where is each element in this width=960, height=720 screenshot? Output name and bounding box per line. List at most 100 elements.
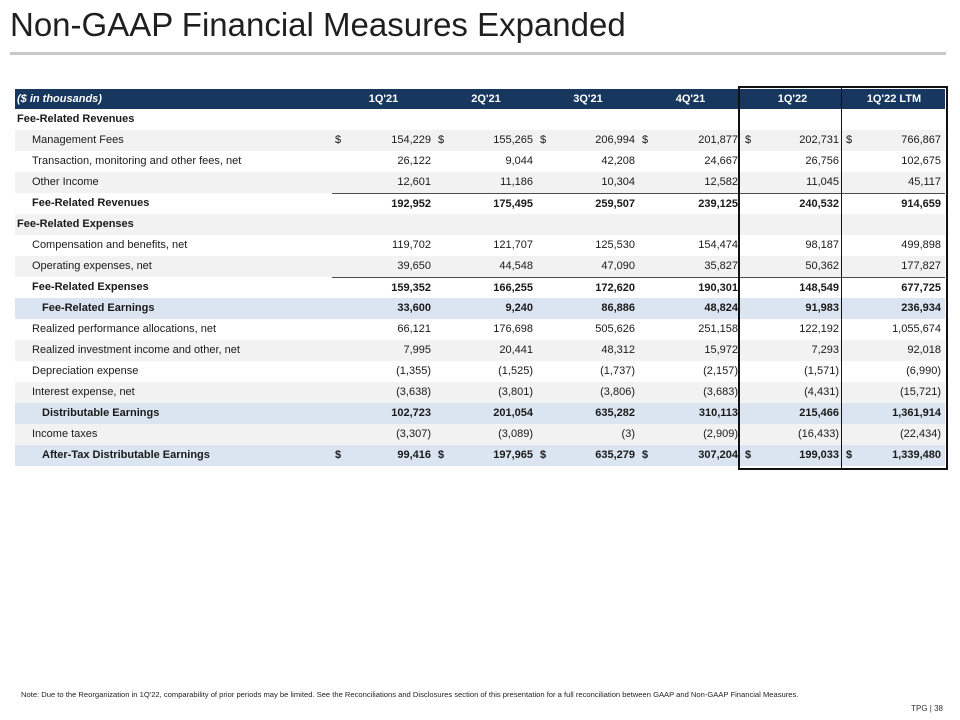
cell-value: 766,867	[901, 134, 941, 146]
currency-symbol: $	[642, 134, 649, 146]
row-label: Fee-Related Earnings	[42, 302, 155, 314]
cell-value: 236,934	[901, 302, 941, 314]
table-row: Distributable Earnings 102,723 201,054 635,…	[15, 403, 945, 424]
currency-symbol: $	[846, 449, 853, 461]
page-title: Non-GAAP Financial Measures Expanded	[10, 6, 626, 43]
cell-value: 39,650	[397, 260, 431, 272]
table-row: Income taxes (3,307) (3,089) (3) (2,909) (16,…	[15, 424, 945, 445]
cell-value: 7,995	[403, 344, 431, 356]
column-header: 1Q'22 LTM	[866, 93, 922, 105]
cell-value: (4,431)	[804, 386, 839, 398]
cell-value: 154,474	[698, 239, 738, 251]
cell-value: 1,339,480	[892, 449, 941, 461]
row-label: Depreciation expense	[32, 365, 139, 377]
cell-value: (3,307)	[396, 428, 431, 440]
title-divider	[10, 52, 946, 55]
cell-value: 102,675	[901, 155, 941, 167]
cell-value: 91,983	[805, 302, 839, 314]
cell-value: 310,113	[698, 407, 738, 419]
row-label: After-Tax Distributable Earnings	[42, 449, 210, 461]
cell-value: 159,352	[391, 282, 431, 294]
cell-value: 499,898	[901, 239, 941, 251]
cell-value: (1,525)	[498, 365, 533, 377]
cell-value: 24,667	[704, 155, 738, 167]
financial-table: ($ in thousands) 1Q'21 2Q'21 3Q'21 4Q'21…	[15, 89, 945, 466]
column-header: 1Q'22	[777, 93, 808, 105]
cell-value: 175,495	[493, 198, 533, 210]
cell-value: 307,204	[698, 449, 738, 461]
cell-value: 45,117	[908, 176, 941, 188]
cell-value: 206,994	[595, 134, 635, 146]
cell-value: (2,909)	[703, 428, 738, 440]
row-label: Distributable Earnings	[42, 407, 160, 419]
table-row: Compensation and benefits, net 119,702 121…	[15, 235, 945, 256]
cell-value: 155,265	[493, 134, 533, 146]
currency-symbol: $	[438, 449, 445, 461]
cell-value: 148,549	[799, 282, 839, 294]
row-label: Transaction, monitoring and other fees, …	[32, 155, 242, 167]
page-footer: TPG | 38	[911, 704, 943, 713]
cell-value: 201,877	[698, 134, 738, 146]
cell-value: (1,571)	[804, 365, 839, 377]
cell-value: (3,806)	[600, 386, 635, 398]
cell-value: 42,208	[601, 155, 635, 167]
row-label: Fee-Related Expenses	[17, 218, 134, 230]
cell-value: 190,301	[698, 282, 738, 294]
cell-value: 201,054	[493, 407, 533, 419]
cell-value: 166,255	[493, 282, 533, 294]
cell-value: 44,548	[499, 260, 533, 272]
table-row: Other Income 12,601 11,186 10,304 12,582 11,0…	[15, 172, 945, 193]
table-row: Fee-Related Revenues	[15, 109, 945, 130]
cell-value: 1,361,914	[892, 407, 941, 419]
row-label: Fee-Related Revenues	[32, 197, 150, 209]
currency-symbol: $	[335, 134, 342, 146]
row-label: Compensation and benefits, net	[32, 239, 188, 251]
cell-value: 240,532	[799, 198, 839, 210]
cell-value: 192,952	[391, 198, 431, 210]
currency-symbol: $	[540, 134, 547, 146]
cell-value: (1,737)	[600, 365, 635, 377]
cell-value: 199,033	[799, 449, 839, 461]
currency-symbol: $	[846, 134, 853, 146]
currency-symbol: $	[642, 449, 649, 461]
cell-value: (3,638)	[396, 386, 431, 398]
table-row: Depreciation expense (1,355) (1,525) (1,737…	[15, 361, 945, 382]
cell-value: 119,702	[392, 239, 431, 251]
table-row: Fee-Related Expenses 159,352 166,255 172,62…	[15, 277, 945, 298]
cell-value: 121,707	[493, 239, 533, 251]
cell-value: (3,683)	[703, 386, 738, 398]
cell-value: 20,441	[499, 344, 533, 356]
cell-value: 26,756	[805, 155, 839, 167]
column-header: 2Q'21	[471, 93, 501, 105]
ltm-highlight-divider	[841, 86, 842, 470]
table-row: Fee-Related Revenues 192,952 175,495 259,50…	[15, 193, 945, 214]
cell-value: 48,312	[601, 344, 635, 356]
cell-value: 197,965	[493, 449, 533, 461]
cell-value: (16,433)	[798, 428, 839, 440]
row-label: Fee-Related Revenues	[17, 113, 135, 125]
cell-value: 7,293	[811, 344, 839, 356]
table-row: Transaction, monitoring and other fees, …	[15, 151, 945, 172]
cell-value: 125,530	[595, 239, 635, 251]
row-label: Fee-Related Expenses	[32, 281, 149, 293]
cell-value: (1,355)	[396, 365, 431, 377]
cell-value: 215,466	[799, 407, 839, 419]
cell-value: 33,600	[397, 302, 431, 314]
cell-value: 48,824	[704, 302, 738, 314]
cell-value: 35,827	[704, 260, 738, 272]
cell-value: 154,229	[391, 134, 431, 146]
cell-value: (3,801)	[498, 386, 533, 398]
cell-value: 635,282	[595, 407, 635, 419]
cell-value: 26,122	[397, 155, 431, 167]
column-header: 3Q'21	[573, 93, 603, 105]
table-row: Management Fees $154,229 $155,265 $206,994 $…	[15, 130, 945, 151]
column-header: 4Q'21	[675, 93, 706, 105]
currency-symbol: $	[438, 134, 445, 146]
table-row: Fee-Related Expenses	[15, 214, 945, 235]
cell-value: 66,121	[397, 323, 431, 335]
cell-value: (3)	[621, 428, 635, 440]
cell-value: (15,721)	[900, 386, 941, 398]
currency-symbol: $	[745, 449, 752, 461]
cell-value: 9,240	[505, 302, 533, 314]
cell-value: 86,886	[601, 302, 635, 314]
